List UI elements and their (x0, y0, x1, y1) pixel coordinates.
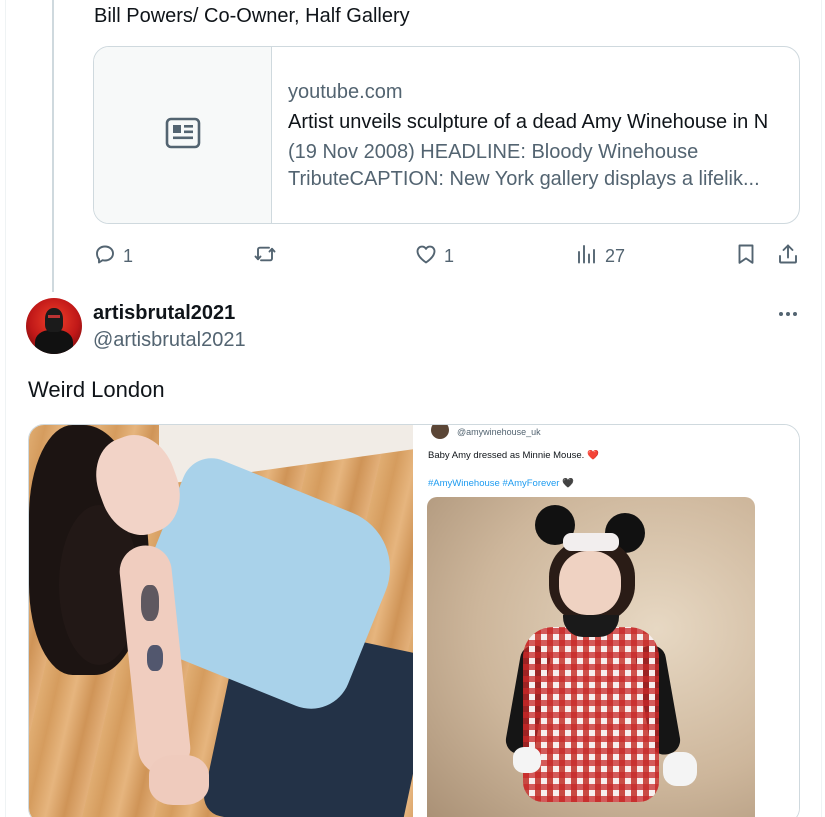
post-text: Weird London (28, 377, 165, 402)
repost-icon (253, 242, 277, 271)
post-action-bar: 1 1 27 (0, 240, 825, 272)
like-button[interactable]: 1 (414, 240, 454, 272)
link-description-line-2: TributeCAPTION: New York gallery display… (288, 168, 760, 190)
heart-emoji-icon: ❤️ (586, 450, 599, 461)
embedded-hashtags: #AmyWinehouse #AmyForever 🖤 (428, 478, 574, 489)
reply-button[interactable]: 1 (93, 240, 133, 272)
avatar[interactable] (26, 298, 82, 354)
views-count: 27 (605, 245, 626, 266)
embedded-photo (427, 497, 755, 817)
embedded-hashtags-text: #AmyWinehouse #AmyForever (428, 478, 560, 489)
more-options-button[interactable] (773, 302, 803, 326)
media-photo-right[interactable]: @amywinehouse_uk Baby Amy dressed as Min… (415, 425, 799, 817)
link-preview-card[interactable]: youtube.com Artist unveils sculpture of … (93, 46, 800, 224)
heart-icon (414, 242, 438, 271)
analytics-icon (575, 242, 599, 271)
more-dots-icon (779, 312, 797, 316)
share-button[interactable] (776, 240, 800, 272)
link-card-body: youtube.com Artist unveils sculpture of … (272, 47, 799, 223)
timeline-border-right (821, 0, 822, 817)
embedded-handle: @amywinehouse_uk (457, 427, 541, 437)
link-title: Artist unveils sculpture of a dead Amy W… (288, 111, 769, 133)
black-heart-emoji-icon: 🖤 (562, 478, 574, 489)
embedded-avatar (431, 425, 449, 439)
views-button[interactable]: 27 (575, 240, 625, 272)
article-icon (165, 117, 201, 154)
repost-button[interactable] (253, 240, 277, 272)
link-thumbnail (94, 47, 272, 223)
previous-post-text: Bill Powers/ Co-Owner, Half Gallery (94, 5, 410, 27)
link-description-line-1: (19 Nov 2008) HEADLINE: Bloody Winehouse (288, 141, 699, 163)
media-grid: @amywinehouse_uk Baby Amy dressed as Min… (28, 424, 800, 817)
embedded-text-body: Baby Amy dressed as Minnie Mouse. (428, 450, 585, 461)
link-description: (19 Nov 2008) HEADLINE: Bloody Winehouse… (288, 139, 783, 193)
author-handle[interactable]: @artisbrutal2021 (93, 329, 246, 352)
like-count: 1 (444, 245, 455, 266)
embedded-text: Baby Amy dressed as Minnie Mouse. ❤️ (428, 450, 599, 461)
bookmark-button[interactable] (734, 240, 758, 272)
reply-count: 1 (123, 245, 134, 266)
share-icon (776, 242, 800, 271)
timeline-border-left (5, 0, 6, 817)
link-domain: youtube.com (288, 81, 403, 103)
media-photo-left[interactable] (29, 425, 415, 817)
bookmark-icon (734, 242, 758, 271)
reply-icon (93, 242, 117, 271)
author-display-name[interactable]: artisbrutal2021 (93, 302, 235, 325)
